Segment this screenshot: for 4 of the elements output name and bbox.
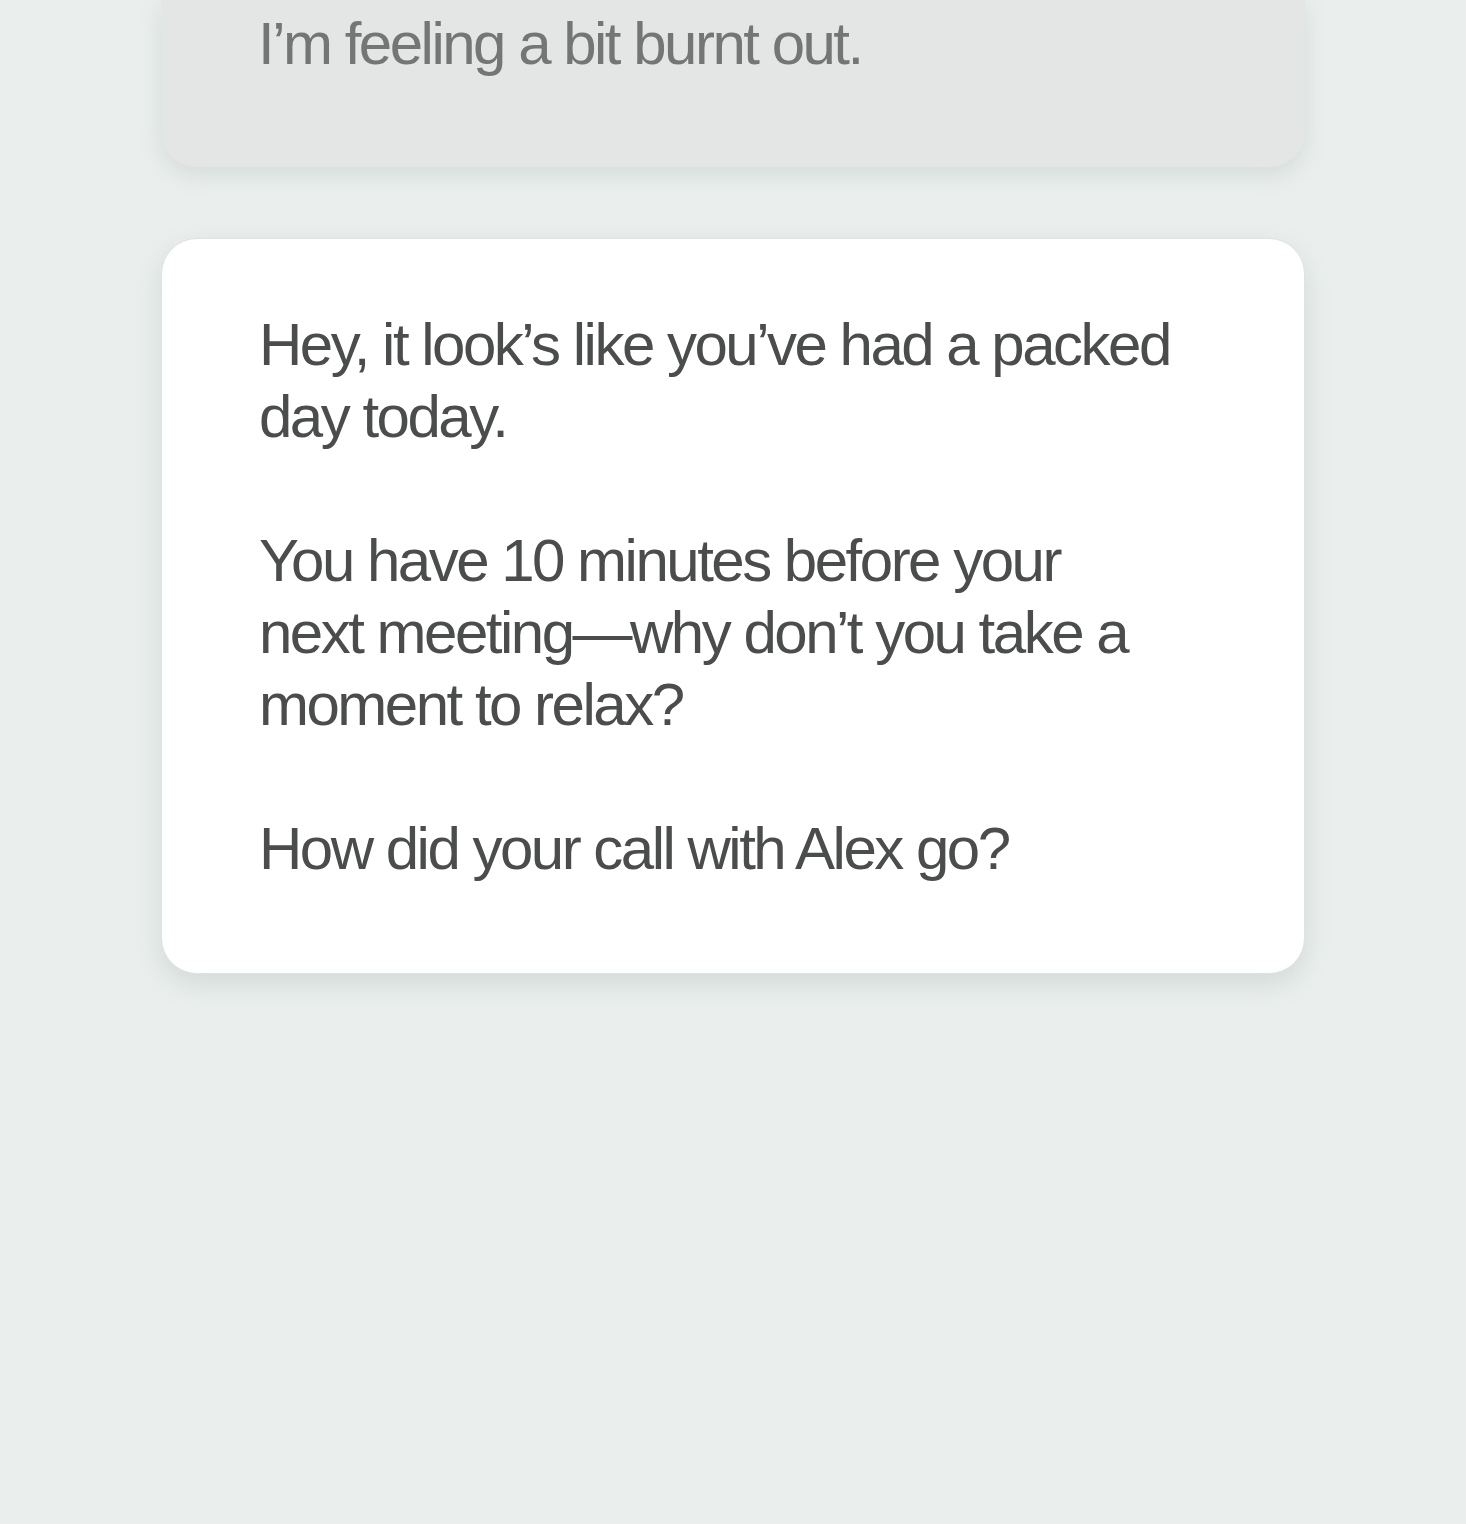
message-text: You have 10 minutes before your next meeting—why don’t you take a moment to relax? [259, 526, 1129, 740]
message-text: How did your call with Alex go? [259, 814, 1010, 884]
message-text: Hey, it look’s like you’ve had a packed day today. [259, 310, 1171, 452]
message-text: I’m feeling a bit burnt out. [258, 9, 863, 79]
